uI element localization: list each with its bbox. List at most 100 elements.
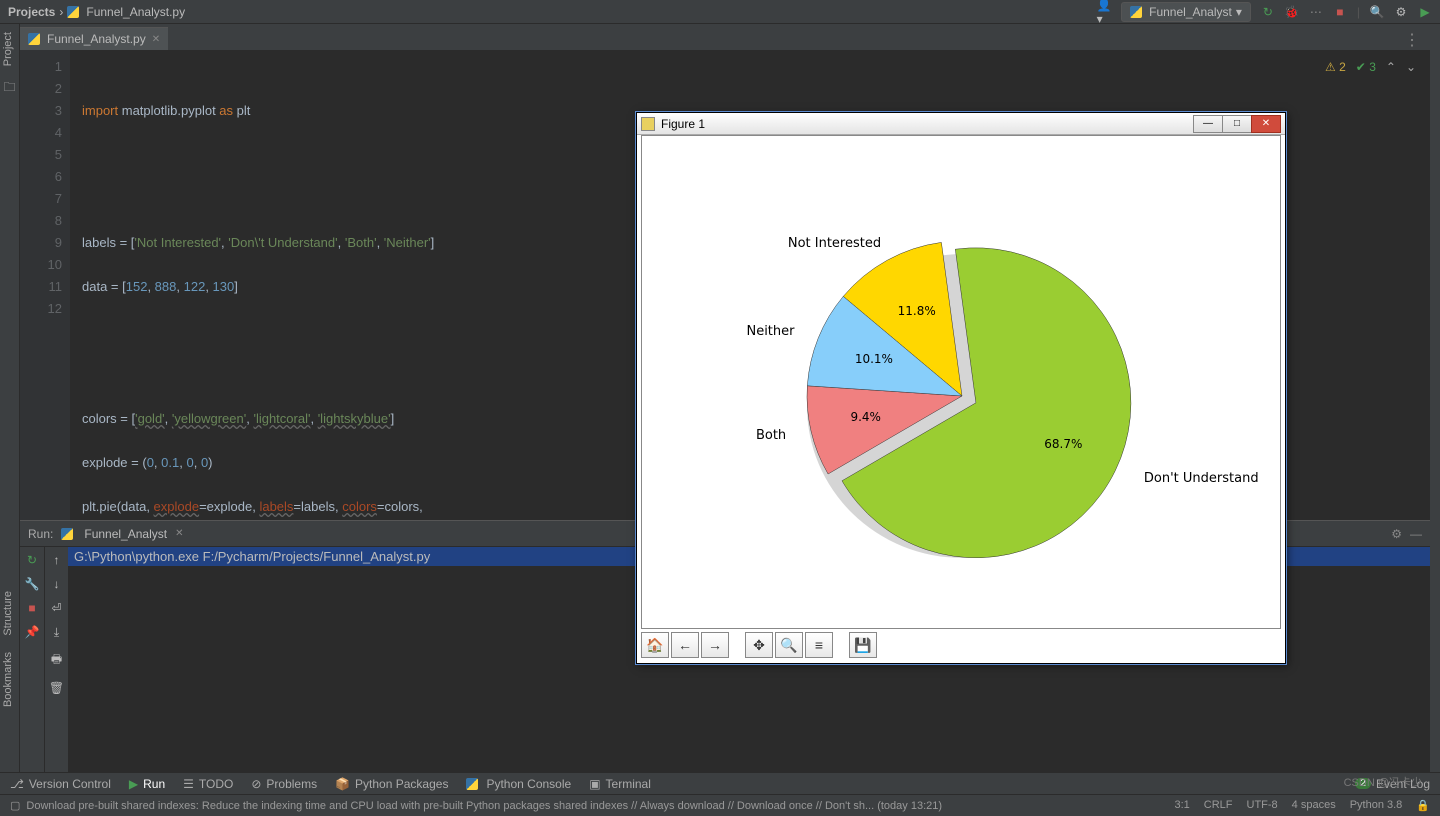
figure-titlebar[interactable]: Figure 1 — □ ✕ [637, 113, 1285, 135]
save-icon[interactable]: 💾 [849, 632, 877, 658]
package-icon: 📦 [335, 777, 350, 791]
python-file-icon [67, 6, 79, 18]
rerun-icon[interactable]: ↻ [27, 553, 37, 567]
gutter: 123456789101112 [20, 50, 70, 520]
python-file-icon [61, 528, 73, 540]
close-tab-icon[interactable]: ✕ [152, 34, 160, 45]
subplot-config-icon[interactable]: ≡ [805, 632, 833, 658]
play-icon: ▶ [129, 777, 138, 791]
warning-icon[interactable]: ⚠ 2 [1325, 56, 1346, 78]
pie-percent: 10.1% [855, 352, 893, 366]
minimize-window-button[interactable]: — [1193, 115, 1223, 133]
tabs-more-icon[interactable]: ⋮ [1404, 30, 1430, 50]
back-icon[interactable]: ← [671, 632, 699, 658]
forward-icon[interactable]: → [701, 632, 729, 658]
code-with-me-icon[interactable]: ▶ [1418, 5, 1432, 19]
pie-percent: 9.4% [850, 410, 881, 424]
terminal-tab[interactable]: ▣Terminal [589, 777, 651, 791]
run-tab[interactable]: ▶Run [129, 777, 165, 791]
python-console-tab[interactable]: Python Console [466, 777, 571, 791]
more-run-icon[interactable]: ⋯ [1309, 5, 1323, 19]
down-icon[interactable]: ⌄ [1406, 56, 1416, 78]
project-tool-tab[interactable]: Project [0, 24, 16, 74]
run-toolbar-left2: ↑ ↓ ⏎ ⤓ 🖶 🗑 [44, 547, 68, 779]
bottom-tool-tabs: ⎇Version Control ▶Run ☰TODO ⊘Problems 📦P… [0, 772, 1440, 794]
run-tab-name[interactable]: Funnel_Analyst [84, 527, 167, 541]
gear-icon[interactable]: ⚙ [1391, 527, 1402, 541]
file-tab[interactable]: Funnel_Analyst.py ✕ [20, 27, 168, 50]
wrench-icon[interactable]: 🔧 [25, 577, 40, 591]
close-window-button[interactable]: ✕ [1251, 115, 1281, 133]
pie-label: Not Interested [788, 236, 881, 251]
zoom-icon[interactable]: 🔍 [775, 632, 803, 658]
pan-icon[interactable]: ✥ [745, 632, 773, 658]
status-indent[interactable]: 4 spaces [1292, 799, 1336, 812]
up-icon[interactable]: ↑ [54, 553, 60, 567]
inspections-widget[interactable]: ⚠ 2 ✔ 3 ⌃ ⌄ [1325, 56, 1416, 78]
status-bar: ▢ Download pre-built shared indexes: Red… [0, 794, 1440, 816]
editor-tabs: Funnel_Analyst.py ✕ ⋮ [20, 24, 1430, 50]
user-icon[interactable]: 👤▾ [1097, 5, 1111, 19]
watermark: CSDN @冯卡少 [1344, 774, 1422, 790]
status-message[interactable]: Download pre-built shared indexes: Reduc… [26, 800, 942, 812]
list-icon: ☰ [183, 777, 194, 791]
breadcrumb-root[interactable]: Projects [8, 5, 55, 19]
stop-icon[interactable]: ■ [1333, 5, 1347, 19]
top-bar: Projects › Funnel_Analyst.py 👤▾ Funnel_A… [0, 0, 1440, 24]
vcs-tab[interactable]: ⎇Version Control [10, 777, 111, 791]
figure-canvas[interactable]: Not Interested11.8%Don't Understand68.7%… [641, 135, 1281, 629]
figure-toolbar: 🏠 ← → ✥ 🔍 ≡ 💾 [641, 631, 1281, 659]
right-tool-rail [1430, 24, 1440, 792]
problems-icon: ⊘ [251, 777, 261, 791]
python-file-icon [28, 33, 40, 45]
pin-icon[interactable]: 📌 [25, 625, 40, 639]
status-square-icon[interactable]: ▢ [10, 799, 20, 812]
terminal-icon: ▣ [589, 777, 600, 791]
breadcrumb[interactable]: Projects › Funnel_Analyst.py [8, 5, 185, 19]
gear-icon[interactable]: ⚙ [1394, 5, 1408, 19]
figure-title: Figure 1 [661, 117, 705, 131]
lock-icon[interactable]: 🔒 [1416, 799, 1430, 812]
debug-icon[interactable]: 🐞 [1285, 5, 1299, 19]
python-file-icon [1130, 6, 1142, 18]
file-tab-name: Funnel_Analyst.py [47, 32, 146, 46]
status-position[interactable]: 3:1 [1174, 799, 1189, 812]
status-encoding[interactable]: UTF-8 [1247, 799, 1278, 812]
close-run-tab-icon[interactable]: ✕ [175, 528, 183, 539]
print-icon[interactable]: 🖶 [51, 650, 62, 671]
pie-label: Both [756, 428, 786, 443]
scroll-end-icon[interactable]: ⤓ [54, 625, 59, 640]
python-packages-tab[interactable]: 📦Python Packages [335, 777, 448, 791]
pie-percent: 68.7% [1044, 437, 1082, 451]
breadcrumb-file[interactable]: Funnel_Analyst.py [86, 5, 185, 19]
chevron-right-icon: › [59, 5, 63, 19]
python-icon [466, 778, 478, 790]
down-icon[interactable]: ↓ [54, 577, 60, 591]
pie-label: Neither [746, 324, 794, 339]
maximize-window-button[interactable]: □ [1222, 115, 1252, 133]
chevron-down-icon: ▾ [1236, 5, 1242, 19]
soft-wrap-icon[interactable]: ⏎ [51, 601, 61, 615]
problems-tab[interactable]: ⊘Problems [251, 777, 317, 791]
home-icon[interactable]: 🏠 [641, 632, 669, 658]
check-icon[interactable]: ✔ 3 [1356, 56, 1376, 78]
run-with-coverage-icon[interactable]: ↻ [1261, 5, 1275, 19]
run-label: Run: [28, 527, 53, 541]
run-config-selector[interactable]: Funnel_Analyst ▾ [1121, 2, 1251, 22]
status-eol[interactable]: CRLF [1204, 799, 1233, 812]
stop-icon[interactable]: ■ [28, 601, 35, 615]
structure-tool-tab[interactable]: Structure [0, 583, 16, 644]
search-icon[interactable]: 🔍 [1370, 5, 1384, 19]
todo-tab[interactable]: ☰TODO [183, 777, 233, 791]
folder-icon[interactable]: 🗀 [0, 74, 19, 103]
pie-label: Don't Understand [1144, 471, 1259, 486]
trash-icon[interactable]: 🗑 [49, 681, 64, 695]
status-interpreter[interactable]: Python 3.8 [1350, 799, 1403, 812]
minimize-icon[interactable]: — [1410, 527, 1422, 541]
run-config-name: Funnel_Analyst [1149, 5, 1232, 19]
figure-window[interactable]: Figure 1 — □ ✕ Not Interested11.8%Don't … [636, 112, 1286, 664]
up-icon[interactable]: ⌃ [1386, 56, 1396, 78]
branch-icon: ⎇ [10, 777, 24, 791]
matplotlib-icon [641, 117, 655, 131]
bookmarks-tool-tab[interactable]: Bookmarks [0, 644, 16, 715]
